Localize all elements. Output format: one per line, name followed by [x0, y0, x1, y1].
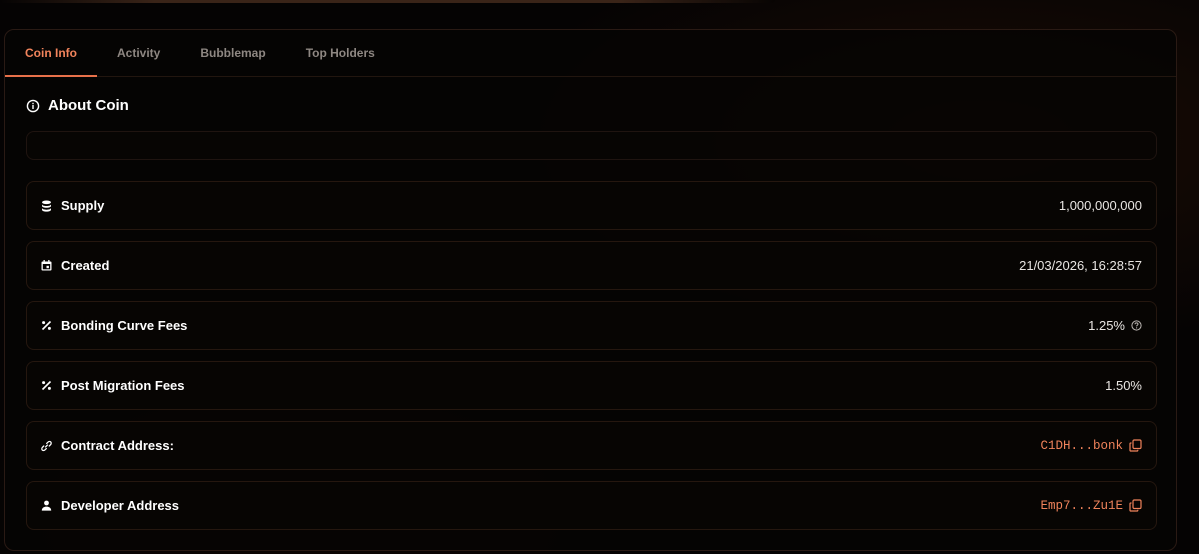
tab-label: Coin Info: [25, 46, 77, 60]
created-label: Created: [61, 258, 110, 273]
developer-address-label: Developer Address: [61, 498, 180, 513]
link-icon: [41, 440, 52, 451]
percent-icon: [41, 380, 52, 391]
help-icon[interactable]: [1131, 320, 1142, 331]
coin-description: [26, 131, 1157, 160]
contract-address-row: Contract Address: C1DH...bonk: [26, 421, 1157, 470]
top-strip: [0, 0, 775, 3]
supply-row: Supply 1,000,000,000: [26, 181, 1157, 230]
contract-address-label: Contract Address:: [61, 438, 174, 453]
tab-bar: Coin Info Activity Bubblemap Top Holders: [5, 30, 1176, 77]
supply-label: Supply: [61, 198, 105, 213]
post-migration-fees-row: Post Migration Fees 1.50%: [26, 361, 1157, 410]
copy-icon[interactable]: [1129, 499, 1142, 512]
tab-label: Activity: [116, 46, 161, 60]
tab-label: Bubblemap: [200, 46, 266, 60]
about-coin-heading: About Coin: [26, 97, 129, 114]
user-icon: [41, 500, 52, 511]
about-coin-title: About Coin: [48, 97, 129, 114]
tab-label: Top Holders: [305, 46, 375, 60]
tab-activity[interactable]: Activity: [97, 30, 180, 76]
tab-top-holders[interactable]: Top Holders: [286, 30, 395, 76]
bonding-curve-fees-row: Bonding Curve Fees 1.25%: [26, 301, 1157, 350]
post-migration-fees-label: Post Migration Fees: [61, 378, 185, 393]
tab-bubblemap[interactable]: Bubblemap: [180, 30, 285, 76]
created-value: 21/03/2026, 16:28:57: [1019, 258, 1142, 273]
created-row: Created 21/03/2026, 16:28:57: [26, 241, 1157, 290]
info-icon: [26, 99, 40, 113]
developer-address-value[interactable]: Emp7...Zu1E: [1040, 499, 1123, 513]
database-icon: [41, 200, 52, 212]
developer-address-row: Developer Address Emp7...Zu1E: [26, 481, 1157, 530]
coin-info-list: Supply 1,000,000,000 Created 21/03/2026,…: [26, 181, 1157, 541]
copy-icon[interactable]: [1129, 439, 1142, 452]
calendar-icon: [41, 260, 52, 271]
post-migration-fees-value: 1.50%: [1105, 378, 1142, 393]
bonding-curve-fees-label: Bonding Curve Fees: [61, 318, 188, 333]
coin-info-panel: Coin Info Activity Bubblemap Top Holders…: [4, 29, 1177, 551]
percent-icon: [41, 320, 52, 331]
tab-coin-info[interactable]: Coin Info: [5, 30, 97, 77]
contract-address-value[interactable]: C1DH...bonk: [1040, 439, 1123, 453]
supply-value: 1,000,000,000: [1058, 198, 1142, 213]
bonding-curve-fees-value: 1.25%: [1088, 318, 1125, 333]
